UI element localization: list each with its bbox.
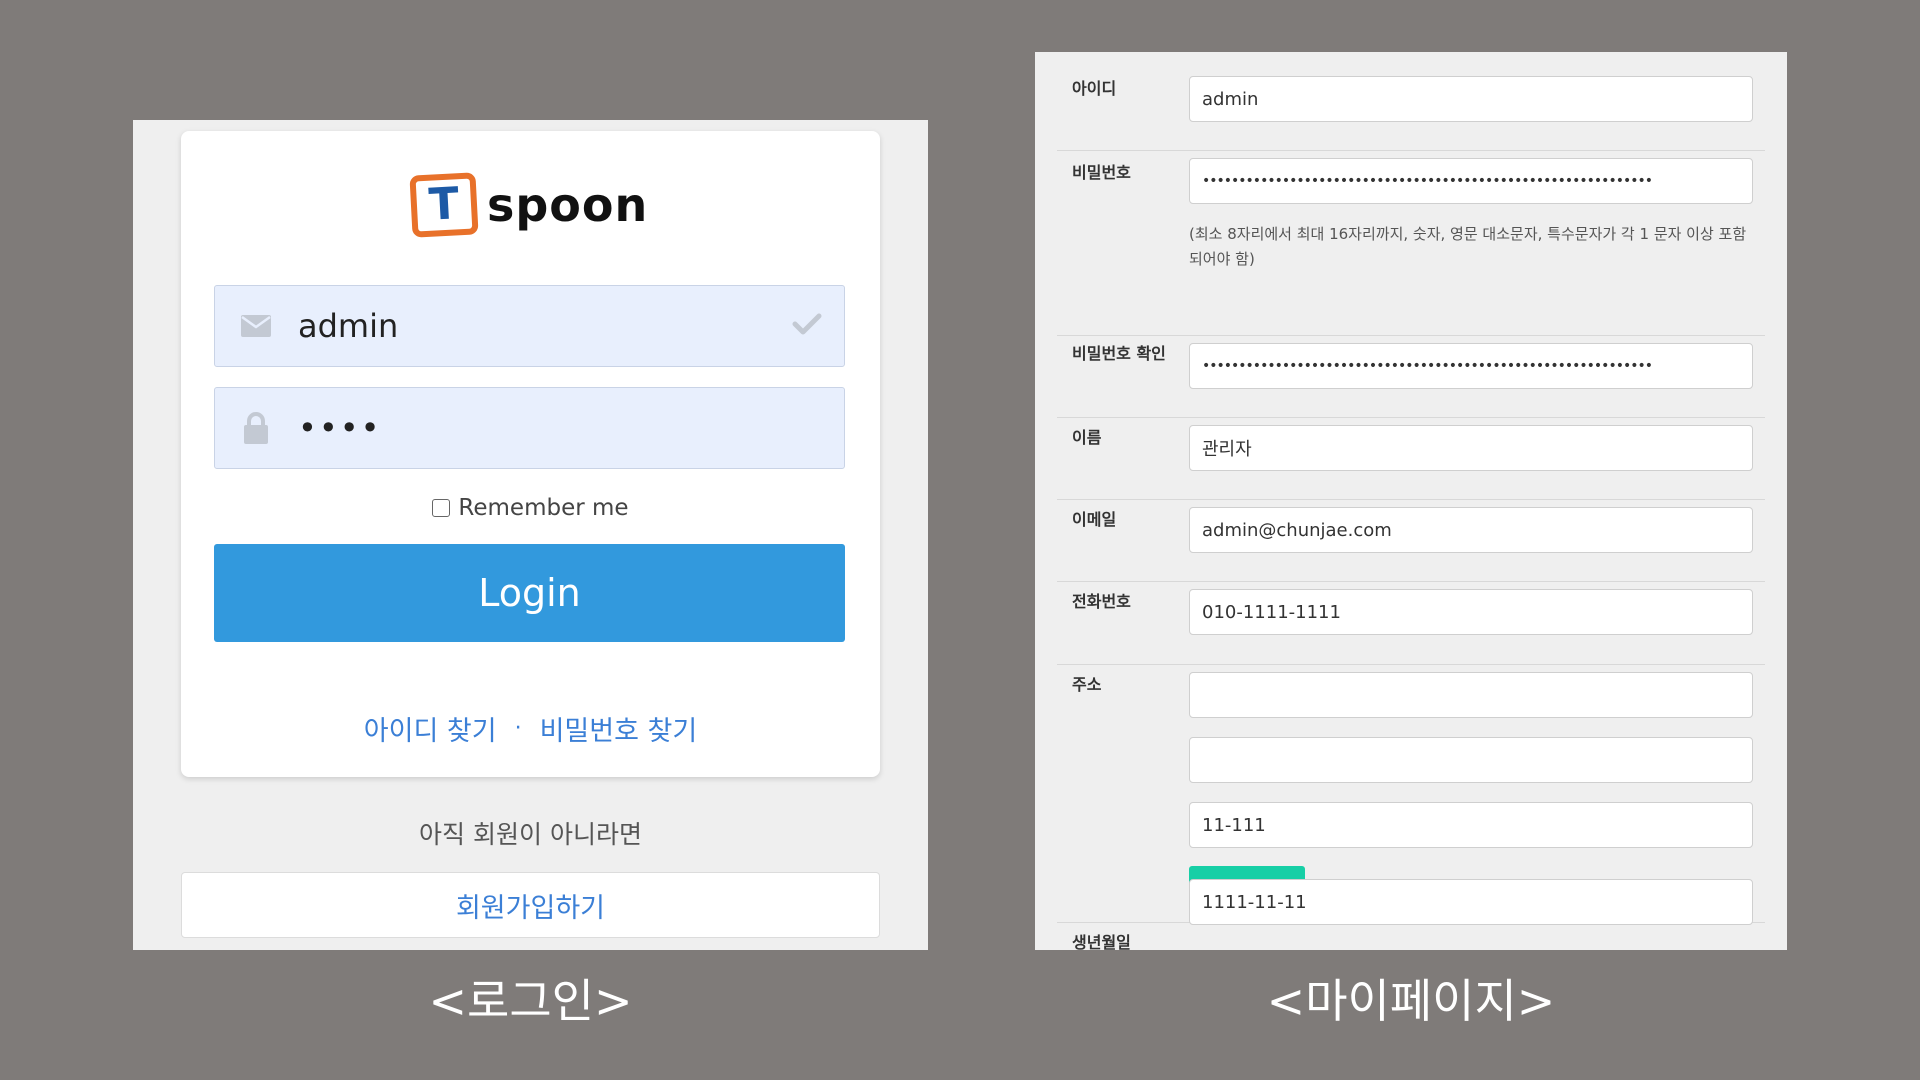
not-member-text: 아직 회원이 아니라면 [419,820,642,849]
address-line1-input[interactable] [1189,672,1753,718]
password-hint: (최소 8자리에서 최대 16자리까지, 숫자, 영문 대소문자, 특수문자가 … [1189,225,1747,268]
tspoon-logo: T spoon [409,169,649,241]
checkmark-icon [792,312,822,340]
row-name: 이름 관리자 [1057,417,1765,500]
login-card: T spoon admin •••• Remember me Login 아이디… [181,131,880,777]
find-password-link[interactable]: 비밀번호 찾기 [540,709,698,748]
name-input[interactable]: 관리자 [1189,425,1753,471]
row-phone: 전화번호 010-1111-1111 [1057,581,1765,665]
login-caption: <로그인> [428,974,633,1028]
phone-input[interactable]: 010-1111-1111 [1189,589,1753,635]
password-input[interactable]: •••• [214,387,845,469]
birthdate-input[interactable]: 1111-11-11 [1189,879,1753,925]
password-label: 비밀번호 [1072,163,1131,182]
name-label: 이름 [1072,428,1102,447]
password-confirm-dots: ••••••••••••••••••••••••••••••••••••••••… [1202,358,1653,374]
id-input[interactable]: admin [1189,76,1753,122]
login-button[interactable]: Login [214,544,845,642]
link-separator: · [514,716,522,741]
birthdate-label: 생년월일 [1072,933,1131,952]
row-password: 비밀번호 •••••••••••••••••••••••••••••••••••… [1057,150,1765,336]
remember-me-label[interactable]: Remember me [458,495,628,521]
find-links: 아이디 찾기 · 비밀번호 찾기 [181,709,880,748]
signup-button[interactable]: 회원가입하기 [181,872,880,938]
id-label: 아이디 [1072,79,1117,98]
row-password-confirm: 비밀번호 확인 ••••••••••••••••••••••••••••••••… [1057,335,1765,418]
login-panel: T spoon admin •••• Remember me Login 아이디… [133,120,928,950]
row-birthdate: 생년월일 [1057,922,1765,952]
username-input[interactable]: admin [214,285,845,367]
password-confirm-label: 비밀번호 확인 [1072,344,1166,363]
password-input[interactable]: ••••••••••••••••••••••••••••••••••••••••… [1189,158,1753,204]
remember-me: Remember me [181,495,880,521]
email-input[interactable]: admin@chunjae.com [1189,507,1753,553]
row-id: 아이디 admin [1057,52,1765,151]
postcode-input[interactable]: 11-111 [1189,802,1753,848]
address-line2-input[interactable] [1189,737,1753,783]
lock-icon [239,411,273,445]
mypage-caption: <마이페이지> [1266,974,1556,1028]
find-id-link[interactable]: 아이디 찾기 [364,709,497,748]
password-dots: ••••••••••••••••••••••••••••••••••••••••… [1202,173,1653,189]
logo-letter: T [427,178,461,231]
row-email: 이메일 admin@chunjae.com [1057,499,1765,582]
envelope-icon [239,309,273,343]
phone-label: 전화번호 [1072,592,1131,611]
logo-text: spoon [487,178,649,232]
mypage-panel: 아이디 admin 비밀번호 •••••••••••••••••••••••••… [1035,52,1787,952]
email-label: 이메일 [1072,510,1117,529]
password-value: •••• [298,409,382,447]
username-value: admin [298,307,399,345]
address-label: 주소 [1072,675,1102,694]
password-confirm-input[interactable]: ••••••••••••••••••••••••••••••••••••••••… [1189,343,1753,389]
remember-me-checkbox[interactable] [432,499,451,517]
logo-badge: T [409,172,479,238]
